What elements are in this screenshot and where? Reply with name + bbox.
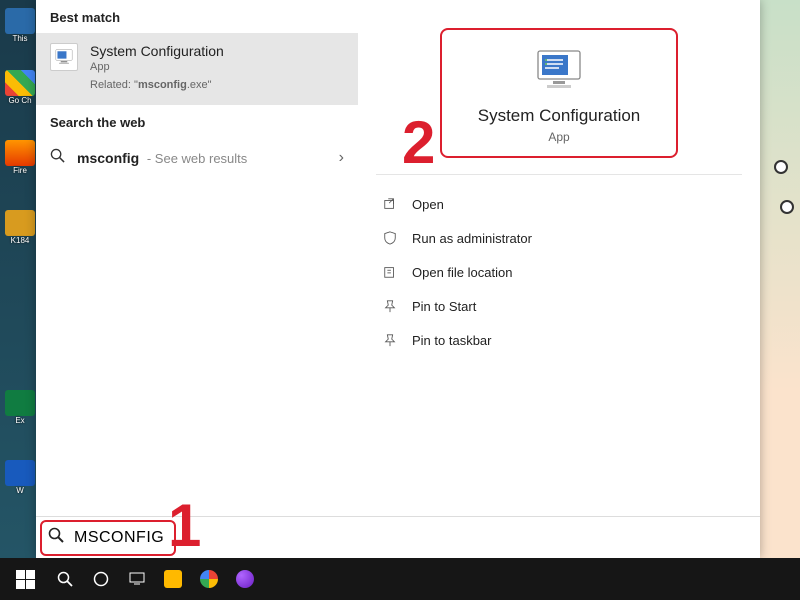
action-list: Open Run as administrator Open file loca…	[358, 181, 760, 363]
annotation-1: 1	[168, 491, 201, 560]
desktop-icon[interactable]: Go Ch	[4, 70, 36, 110]
desktop-icon[interactable]: Fire	[4, 140, 36, 180]
taskbar-item[interactable]	[156, 558, 190, 600]
open-icon	[382, 196, 398, 212]
taskbar-item[interactable]	[192, 558, 226, 600]
annotation-2: 2	[402, 108, 435, 177]
preview-card[interactable]: 2 System Configuration App	[440, 28, 678, 158]
search-icon	[48, 527, 64, 548]
desktop-background: This Go Ch Fire K184 Ex W	[0, 0, 40, 558]
action-open-location[interactable]: Open file location	[358, 255, 760, 289]
pin-icon	[382, 298, 398, 314]
result-type: App	[90, 61, 224, 73]
action-open[interactable]: Open	[358, 187, 760, 221]
taskbar	[0, 558, 800, 600]
wallpaper-right	[760, 0, 800, 558]
start-button[interactable]	[4, 558, 46, 600]
msconfig-large-icon	[527, 44, 591, 96]
web-query-label: msconfig - See web results	[77, 150, 247, 166]
best-match-result[interactable]: System Configuration App Related: "mscon…	[36, 33, 358, 105]
preview-title: System Configuration	[454, 106, 664, 126]
task-view-button[interactable]	[84, 558, 118, 600]
search-icon	[50, 148, 65, 168]
taskbar-search-button[interactable]	[48, 558, 82, 600]
action-run-admin[interactable]: Run as administrator	[358, 221, 760, 255]
action-pin-start[interactable]: Pin to Start	[358, 289, 760, 323]
desktop-icon[interactable]: Ex	[4, 390, 36, 430]
desktop-icon[interactable]: W	[4, 460, 36, 500]
preview-type: App	[454, 130, 664, 144]
result-related: Related: "msconfig.exe"	[90, 79, 224, 91]
best-match-header: Best match	[36, 0, 358, 33]
taskbar-item[interactable]	[228, 558, 262, 600]
start-search-flyout: Best match System Configuration App Rela…	[36, 0, 760, 558]
chevron-right-icon: ›	[339, 149, 344, 167]
desktop-icon[interactable]: K184	[4, 210, 36, 250]
search-input-row	[36, 516, 760, 558]
admin-icon	[382, 230, 398, 246]
action-pin-taskbar[interactable]: Pin to taskbar	[358, 323, 760, 357]
taskbar-item[interactable]	[120, 558, 154, 600]
folder-icon	[382, 264, 398, 280]
web-search-result[interactable]: msconfig - See web results ›	[36, 138, 358, 178]
preview-column: 2 System Configuration App Open Run as a…	[358, 0, 760, 516]
search-results-column: Best match System Configuration App Rela…	[36, 0, 358, 516]
result-title: System Configuration	[90, 43, 224, 59]
desktop-icon[interactable]: This	[4, 8, 36, 48]
msconfig-icon	[50, 43, 78, 71]
search-web-header: Search the web	[36, 105, 358, 138]
pin-icon	[382, 332, 398, 348]
